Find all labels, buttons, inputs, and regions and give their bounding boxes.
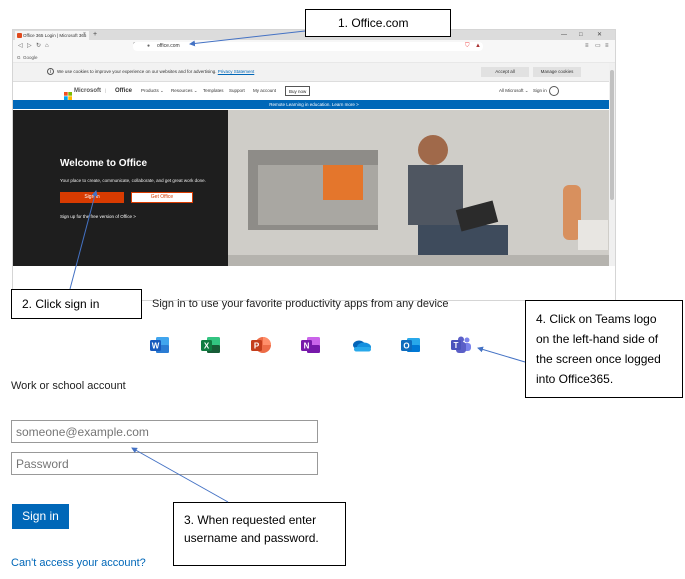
annotation-arrows [69, 30, 526, 503]
arrow-step-4 [477, 346, 526, 363]
arrow-step-2 [69, 190, 98, 290]
arrow-step-3 [131, 447, 229, 503]
arrow-step-1 [189, 30, 306, 47]
